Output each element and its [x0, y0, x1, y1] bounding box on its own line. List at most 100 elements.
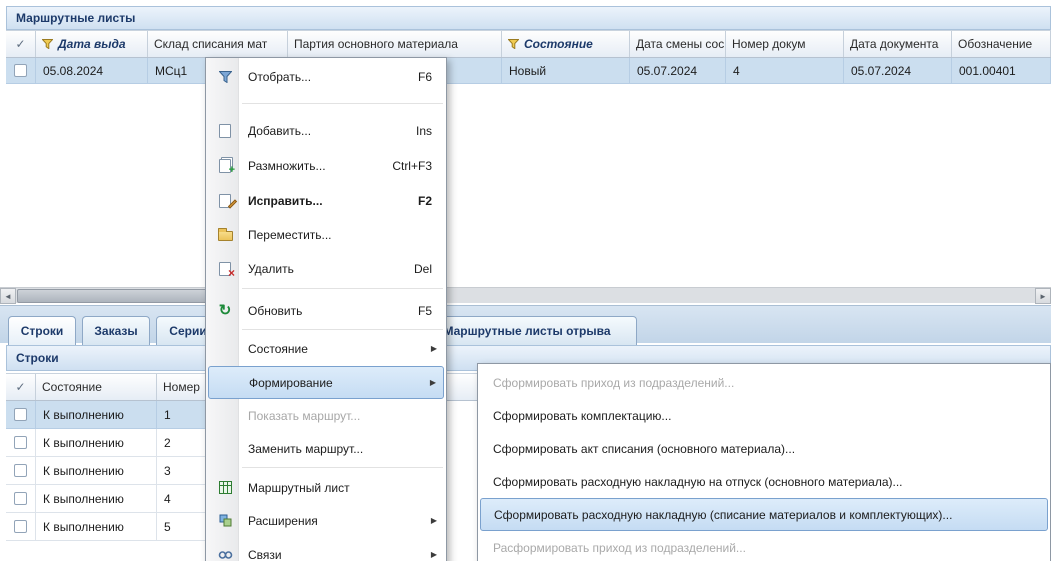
row-checkbox-cell [6, 429, 36, 457]
menu-item-svyazi[interactable]: Связи ▶ [208, 538, 444, 561]
cell-designation: 001.00401 [952, 58, 1051, 84]
menu-shortcut: Ctrl+F3 [392, 159, 432, 173]
menu-item-peremestit[interactable]: Переместить... [208, 218, 444, 251]
context-menu: Отобрать... F6 Добавить... Ins + Размнож… [205, 57, 447, 561]
filter-icon [213, 71, 237, 83]
cell-state: Новый [502, 58, 630, 84]
cell-state-change-date: 05.07.2024 [630, 58, 726, 84]
top-header-warehouse[interactable]: Склад списания мат [148, 31, 288, 57]
top-panel-title: Маршрутные листы [6, 6, 1051, 30]
formirovanie-submenu: Сформировать приход из подразделений... … [477, 363, 1051, 561]
menu-item-razmnozhit[interactable]: + Размножить... Ctrl+F3 [208, 149, 444, 182]
menu-separator [242, 329, 443, 330]
top-grid-header: ✓ Дата выда Склад списания мат Партия ос… [6, 30, 1051, 58]
tab-stroki[interactable]: Строки [8, 316, 76, 345]
row-checkbox[interactable] [14, 492, 27, 505]
column-label: Состояние [524, 37, 593, 51]
menu-item-obnovit[interactable]: ↻ Обновить F5 [208, 294, 444, 327]
bottom-header-state[interactable]: Состояние [36, 374, 157, 400]
submenu-item-rashodnaya-otpusk[interactable]: Сформировать расходную накладную на отпу… [480, 465, 1048, 498]
horizontal-scrollbar[interactable]: ◄ ► [0, 287, 1051, 303]
scroll-right-icon: ► [1039, 292, 1047, 301]
top-header-issue-date[interactable]: Дата выда [36, 31, 148, 57]
menu-item-zamenit-marshrut[interactable]: Заменить маршрут... [208, 432, 444, 465]
submenu-arrow-icon: ▶ [431, 516, 437, 525]
cell-doc-date: 05.07.2024 [844, 58, 952, 84]
delete-icon: × [213, 262, 237, 276]
application-window: Маршрутные листы ✓ Дата выда Склад списа… [0, 0, 1051, 561]
row-checkbox[interactable] [14, 436, 27, 449]
route-sheet-icon [213, 481, 237, 494]
cell-doc-number: 4 [726, 58, 844, 84]
scroll-left-button[interactable]: ◄ [0, 288, 16, 304]
cell-state: К выполнению [36, 485, 157, 513]
column-label: Номер [163, 380, 200, 394]
tab-label: Серии [169, 324, 206, 338]
filter-funnel-icon[interactable] [508, 39, 519, 49]
submenu-arrow-icon: ▶ [431, 550, 437, 559]
menu-item-dobavit[interactable]: Добавить... Ins [208, 114, 444, 147]
cell-state: К выполнению [36, 457, 157, 485]
row-checkbox-cell [6, 58, 36, 84]
column-label: Дата документа [850, 37, 938, 51]
menu-item-otobrat[interactable]: Отобрать... F6 [208, 60, 444, 93]
menu-item-marshrutny-list[interactable]: Маршрутный лист [208, 471, 444, 504]
submenu-item-komplektaciya[interactable]: Сформировать комплектацию... [480, 399, 1048, 432]
cell-state: К выполнению [36, 429, 157, 457]
menu-item-rasshireniya[interactable]: Расширения ▶ [208, 504, 444, 537]
row-checkbox-cell [6, 457, 36, 485]
menu-shortcut: Del [414, 262, 432, 276]
scroll-right-button[interactable]: ► [1035, 288, 1051, 304]
menu-separator [242, 467, 443, 468]
menu-shortcut: F2 [418, 194, 432, 208]
menu-item-ispravit[interactable]: Исправить... F2 [208, 184, 444, 217]
check-all-icon: ✓ [15, 37, 25, 51]
column-label: Дата смены сос [636, 37, 724, 51]
bottom-header-check-column[interactable]: ✓ [6, 374, 36, 400]
top-header-batch[interactable]: Партия основного материала [288, 31, 502, 57]
menu-item-sostoyanie[interactable]: Состояние ▶ [208, 332, 444, 365]
submenu-item-akt-spisaniya[interactable]: Сформировать акт списания (основного мат… [480, 432, 1048, 465]
top-header-check-column[interactable]: ✓ [6, 31, 36, 57]
extensions-icon [213, 514, 237, 527]
row-checkbox[interactable] [14, 464, 27, 477]
row-checkbox-cell [6, 485, 36, 513]
column-label: Партия основного материала [294, 37, 458, 51]
submenu-arrow-icon: ▶ [431, 344, 437, 353]
move-folder-icon [213, 228, 237, 241]
filter-funnel-icon[interactable] [42, 39, 53, 49]
row-checkbox[interactable] [14, 64, 27, 77]
menu-item-pokazat-marshrut: Показать маршрут... [208, 399, 444, 432]
menu-item-udalit[interactable]: × Удалить Del [208, 252, 444, 285]
tab-marshrutnye-listy-otryva[interactable]: Маршрутные листы отрыва [417, 316, 637, 345]
tab-label: Заказы [94, 324, 137, 338]
links-icon [213, 550, 237, 560]
refresh-icon: ↻ [213, 303, 237, 318]
submenu-item-rashodnaya-spisanie[interactable]: Сформировать расходную накладную (списан… [480, 498, 1048, 531]
add-document-icon [213, 124, 237, 138]
top-header-doc-date[interactable]: Дата документа [844, 31, 952, 57]
menu-shortcut: Ins [416, 124, 432, 138]
cell-state: К выполнению [36, 401, 157, 429]
edit-icon [213, 194, 237, 208]
duplicate-icon: + [213, 159, 237, 173]
row-checkbox[interactable] [14, 408, 27, 421]
menu-separator [242, 288, 443, 289]
table-row[interactable]: 05.08.2024 МСц1 Новый 05.07.2024 4 05.07… [6, 58, 1051, 84]
top-header-doc-number[interactable]: Номер докум [726, 31, 844, 57]
bottom-tabstrip: Строки Заказы Серии Маршрутные листы отр… [0, 305, 1051, 343]
menu-shortcut: F5 [418, 304, 432, 318]
column-label: Склад списания мат [154, 37, 267, 51]
row-checkbox[interactable] [14, 520, 27, 533]
top-panel-title-label: Маршрутные листы [16, 11, 135, 25]
submenu-arrow-icon: ▶ [430, 378, 436, 387]
top-header-state[interactable]: Состояние [502, 31, 630, 57]
submenu-item-rasformirovat-prihod: Расформировать приход из подразделений..… [480, 531, 1048, 561]
menu-item-formirovanie[interactable]: Формирование ▶ [208, 366, 444, 399]
top-header-state-change-date[interactable]: Дата смены сос [630, 31, 726, 57]
tab-label: Строки [21, 324, 64, 338]
column-label: Номер докум [732, 37, 805, 51]
tab-zakazy[interactable]: Заказы [82, 316, 150, 345]
cell-issue-date: 05.08.2024 [36, 58, 148, 84]
top-header-designation[interactable]: Обозначение [952, 31, 1051, 57]
